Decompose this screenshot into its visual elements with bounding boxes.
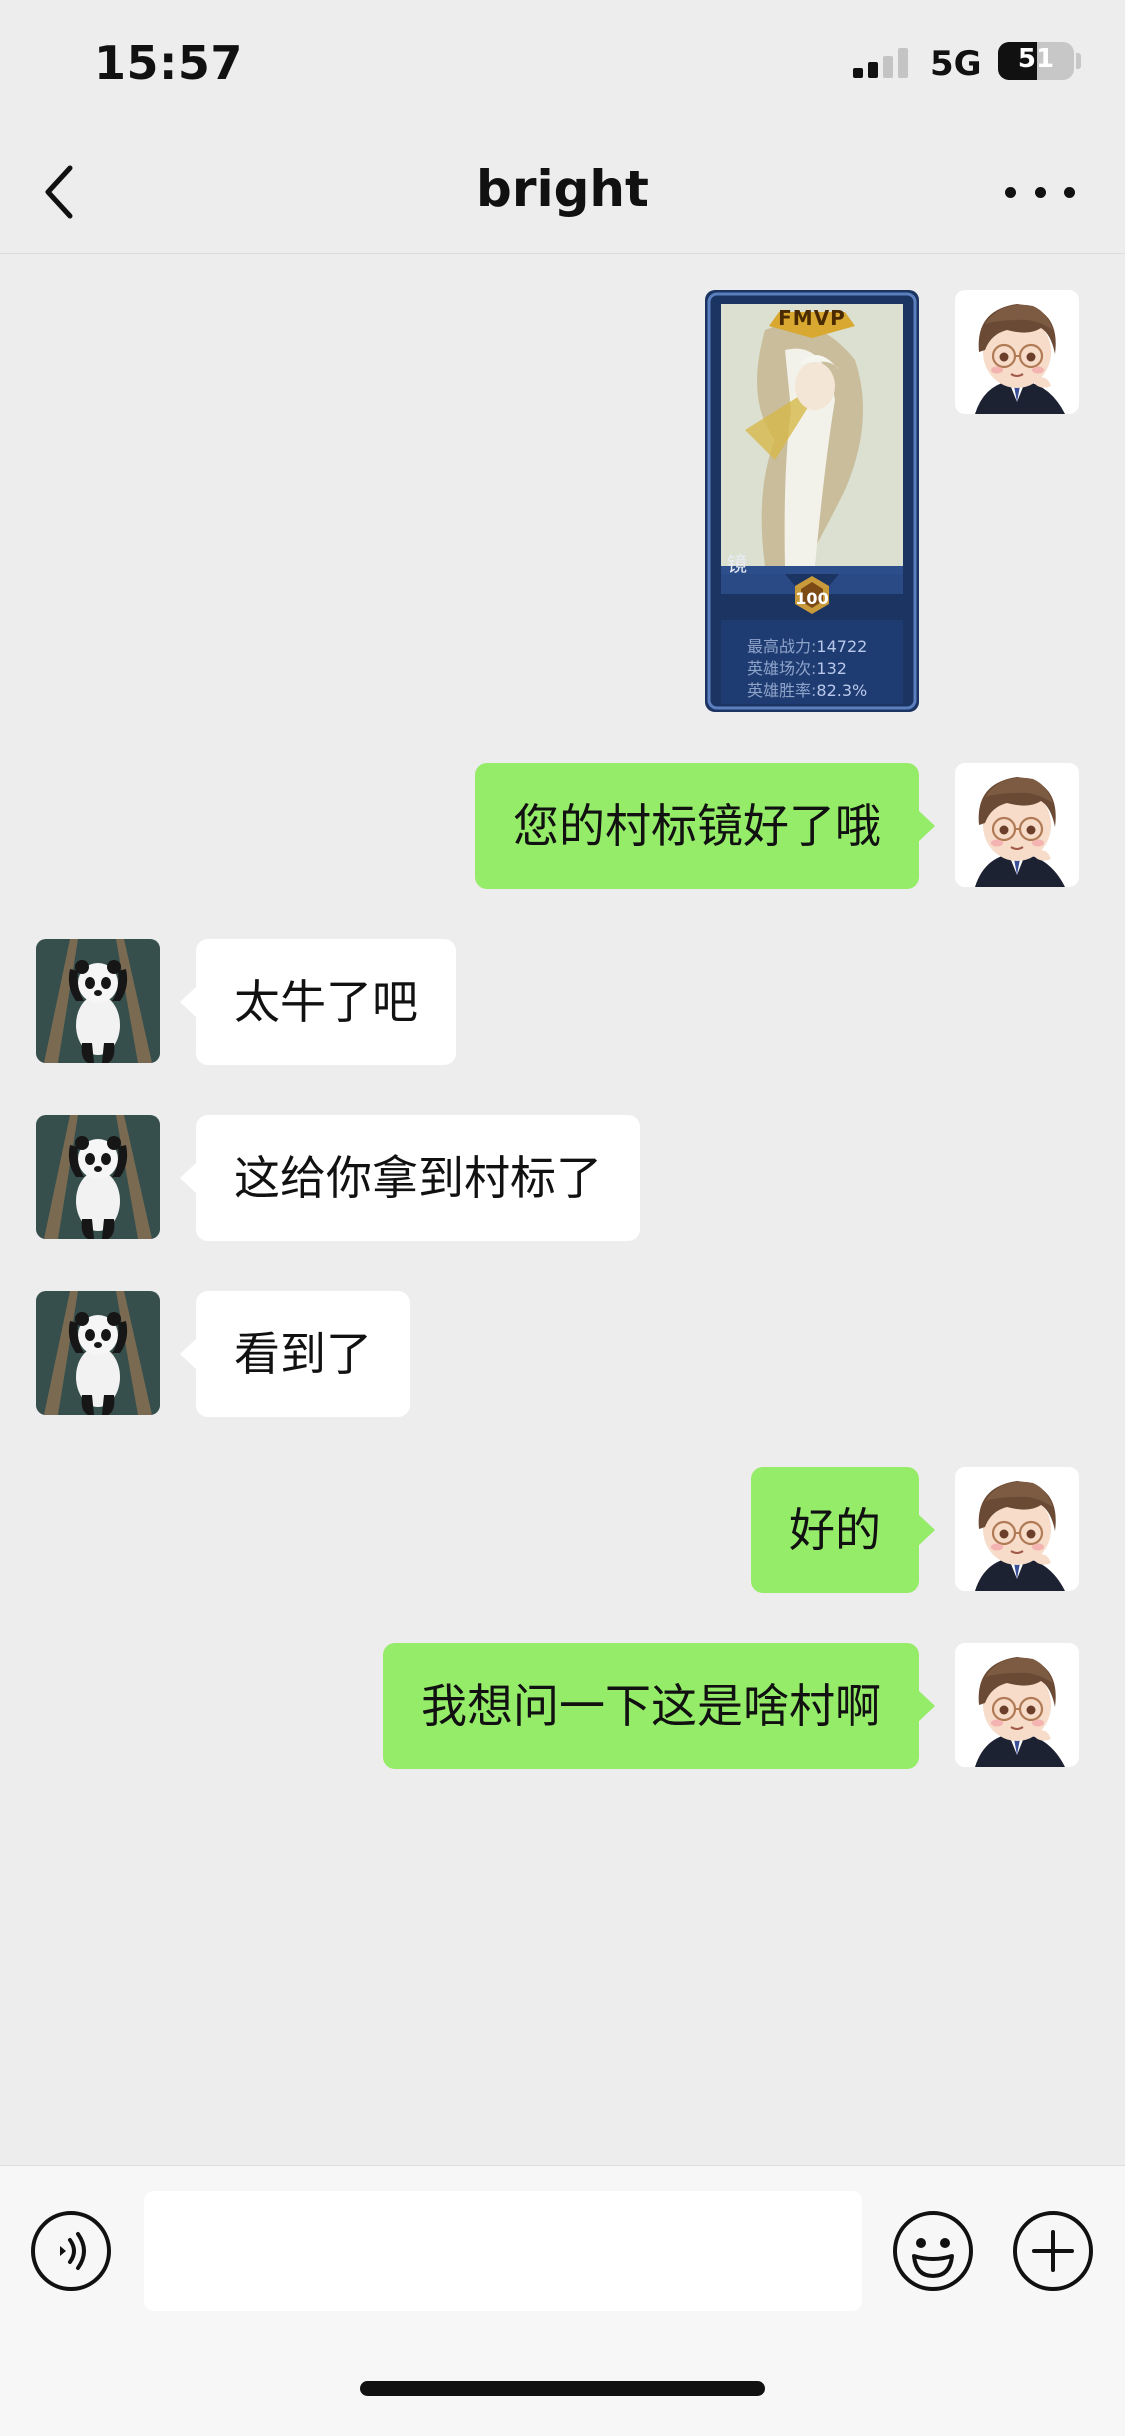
network-type: 5G <box>930 44 982 84</box>
my-avatar[interactable] <box>955 763 1079 887</box>
more-functions-button[interactable] <box>1012 2210 1094 2292</box>
message-bubble-received[interactable]: 看到了 <box>180 1291 410 1417</box>
plus-icon <box>1013 2211 1093 2291</box>
hero-card-image[interactable]: FMVP 镜 100 最高战力:14722 英雄场次:132 英雄胜率:82.3… <box>705 290 919 712</box>
card-stat-row: 英雄胜率:82.3% <box>747 681 868 700</box>
message-bubble-sent[interactable]: 好的 <box>751 1467 935 1593</box>
contact-avatar-image <box>36 1291 160 1415</box>
message-bubble-received[interactable]: 这给你拿到村标了 <box>180 1115 640 1241</box>
my-avatar-image <box>955 1467 1079 1591</box>
card-level: 100 <box>795 589 829 608</box>
status-time: 15:57 <box>94 36 243 90</box>
my-avatar[interactable] <box>955 1467 1079 1591</box>
chat-header: bright <box>0 130 1125 254</box>
my-avatar[interactable] <box>955 290 1079 414</box>
my-avatar-image <box>955 763 1079 887</box>
home-indicator[interactable] <box>360 2381 765 2396</box>
battery-icon: 51 <box>998 42 1074 80</box>
my-avatar-image <box>955 290 1079 414</box>
contact-avatar-image <box>36 939 160 1063</box>
chat-input-bar <box>0 2165 1125 2436</box>
card-badge: FMVP <box>778 306 846 330</box>
emoji-icon <box>893 2211 973 2291</box>
more-dot <box>1034 186 1046 198</box>
battery-level: 51 <box>1017 44 1055 74</box>
voice-icon <box>31 2211 111 2291</box>
card-stat-row: 英雄场次:132 <box>747 659 847 678</box>
voice-button[interactable] <box>30 2210 112 2292</box>
signal-icon <box>853 48 909 78</box>
message-bubble-sent[interactable]: 您的村标镜好了哦 <box>475 763 935 889</box>
more-button[interactable] <box>1005 170 1075 214</box>
battery-cap <box>1076 53 1081 69</box>
my-avatar[interactable] <box>955 1643 1079 1767</box>
status-bar: 15:57 5G 51 <box>0 0 1125 130</box>
emoji-button[interactable] <box>892 2210 974 2292</box>
my-avatar-image <box>955 1643 1079 1767</box>
contact-avatar-image <box>36 1115 160 1239</box>
message-input[interactable] <box>144 2191 862 2311</box>
contact-avatar[interactable] <box>36 939 160 1063</box>
contact-avatar[interactable] <box>36 1291 160 1415</box>
message-bubble-received[interactable]: 太牛了吧 <box>180 939 456 1065</box>
card-hero-name: 镜 <box>727 552 747 576</box>
card-stats: 最高战力:14722 英雄场次:132 英雄胜率:82.3% <box>747 636 867 702</box>
chat-title: bright <box>476 160 649 218</box>
card-stat-row: 最高战力:14722 <box>747 637 868 656</box>
contact-avatar[interactable] <box>36 1115 160 1239</box>
message-bubble-sent[interactable]: 我想问一下这是啥村啊 <box>383 1643 935 1769</box>
more-dot <box>1005 186 1016 198</box>
more-dot <box>1064 186 1075 198</box>
